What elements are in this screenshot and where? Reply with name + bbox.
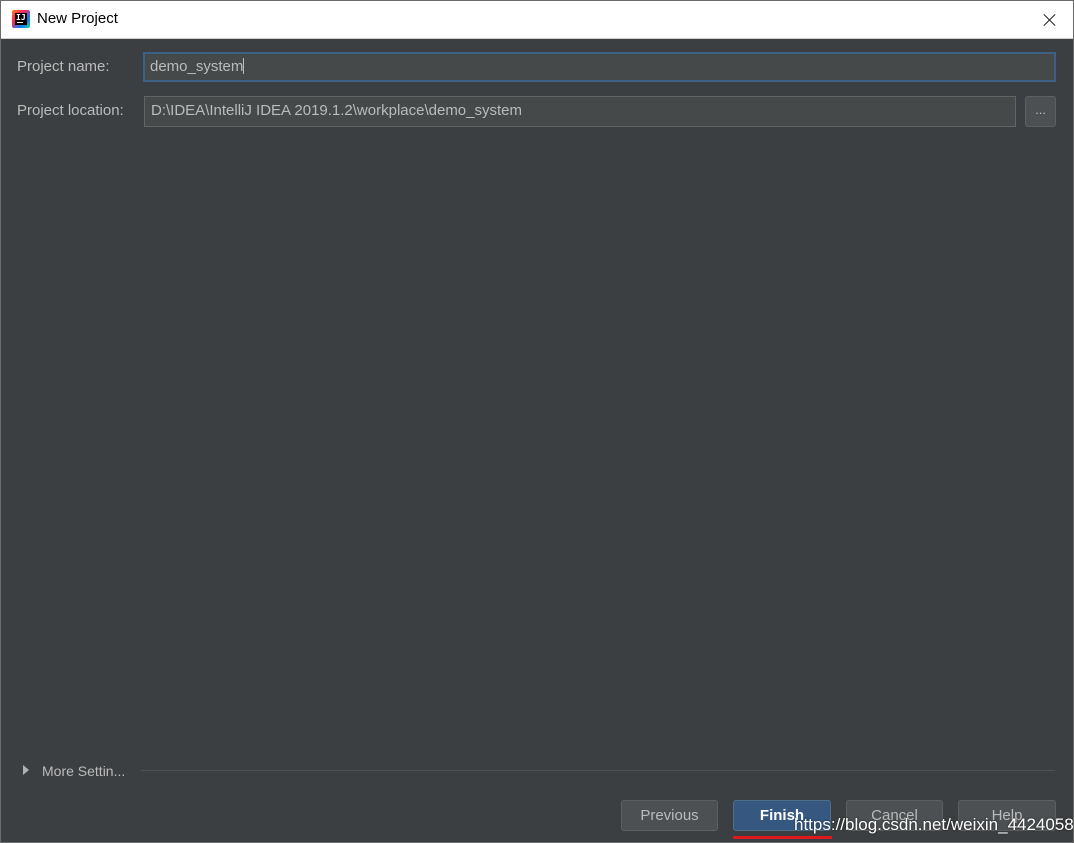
finish-highlight-underline	[733, 836, 832, 839]
project-location-input[interactable]: D:\IDEA\IntelliJ IDEA 2019.1.2\workplace…	[144, 96, 1016, 127]
watermark-text: https://blog.csdn.net/weixin_44240581	[794, 815, 1074, 834]
more-settings-label: More Settin...	[42, 763, 126, 779]
project-location-value: D:\IDEA\IntelliJ IDEA 2019.1.2\workplace…	[151, 102, 523, 119]
project-location-label: Project location:	[17, 102, 124, 119]
browse-button[interactable]: ...	[1025, 96, 1056, 127]
close-icon[interactable]	[1027, 1, 1073, 38]
window-title: New Project	[37, 10, 118, 27]
intellij-idea-icon: IJ	[12, 10, 30, 28]
project-name-input[interactable]: demo_system	[143, 52, 1056, 82]
previous-button[interactable]: Previous	[621, 800, 718, 831]
project-name-value: demo_system	[150, 58, 244, 75]
expand-triangle-icon	[23, 765, 29, 775]
project-name-label: Project name:	[17, 58, 110, 75]
title-bar: IJ New Project	[1, 1, 1073, 39]
more-settings-divider	[141, 770, 1055, 771]
text-cursor	[243, 58, 245, 74]
new-project-dialog: IJ New Project Project name: demo_system…	[0, 0, 1074, 843]
